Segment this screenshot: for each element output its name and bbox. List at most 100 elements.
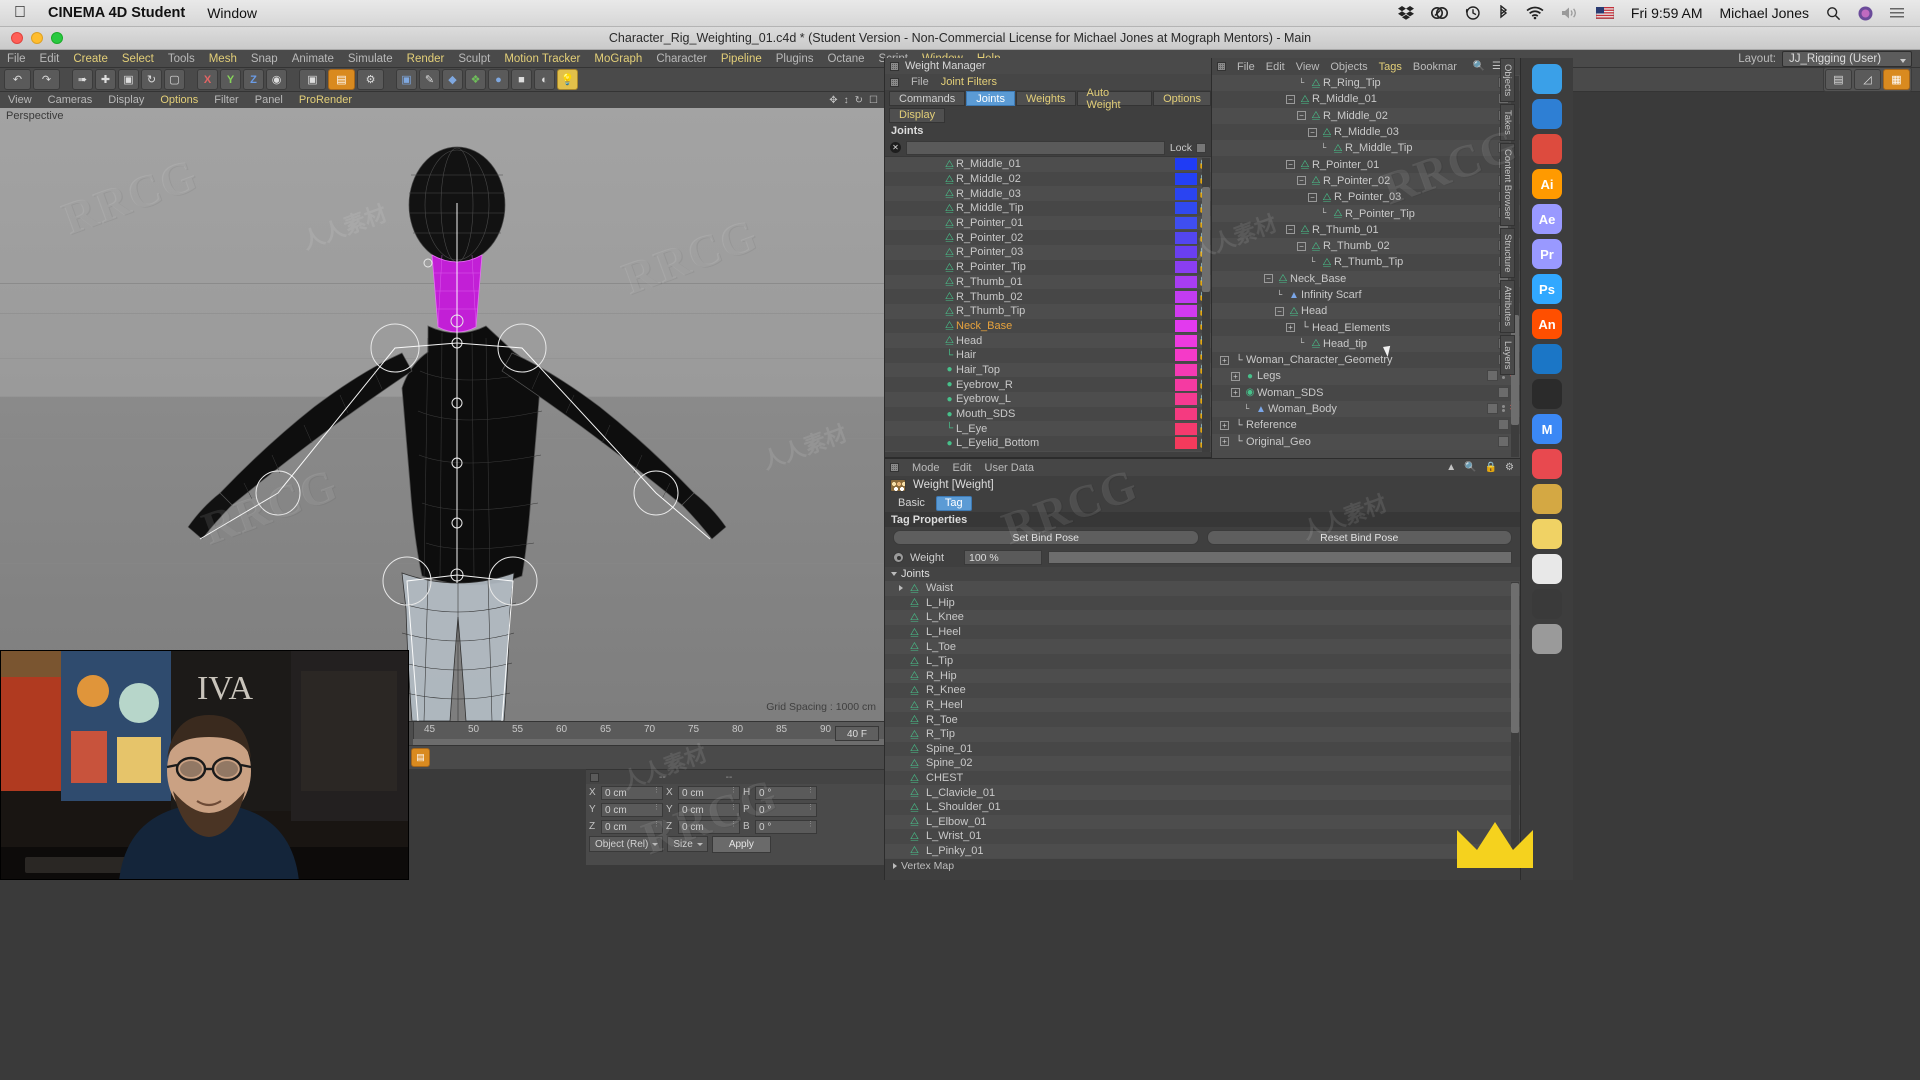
move-view-icon[interactable]: ✥: [829, 95, 837, 106]
viewport-menu-prorender[interactable]: ProRender: [291, 94, 360, 106]
coordinate-size-dropdown[interactable]: Size: [667, 836, 708, 852]
object-manager-tree[interactable]: └ ⧋ R_Ring_Tip − ⧋ R_Middle_01− ⧋ R_Middle_02− ⧋…: [1212, 75, 1520, 458]
attributes-gear-icon[interactable]: ⚙: [1505, 462, 1514, 473]
size-z-field[interactable]: 0 cm ⋮: [678, 819, 740, 834]
preview-icon[interactable]: [1532, 589, 1562, 619]
tree-expand-minus-icon[interactable]: −: [1297, 241, 1306, 251]
attr-joint-row[interactable]: ⧋ L_Knee: [885, 610, 1520, 625]
time-machine-icon[interactable]: [1465, 5, 1481, 21]
wm-menu-joint-filters[interactable]: Joint Filters: [941, 76, 997, 88]
joints-search-input[interactable]: [906, 140, 1165, 155]
viewport-menu-cameras[interactable]: Cameras: [40, 94, 101, 106]
tree-expand-plus-icon[interactable]: +: [1220, 420, 1229, 430]
perspective-viewport[interactable]: View Cameras Display Options Filter Panel ProR…: [0, 92, 884, 721]
tree-expand-minus-icon[interactable]: −: [1286, 94, 1295, 104]
world-coordinate-icon[interactable]: ▢: [164, 69, 185, 90]
wm-tab-joints[interactable]: Joints: [966, 91, 1015, 106]
object-manager-grip-icon[interactable]: [1217, 62, 1226, 71]
display-tag-icon[interactable]: [1498, 386, 1509, 398]
om-tree-row[interactable]: + └ Reference: [1212, 417, 1520, 434]
joint-color-swatch[interactable]: [1175, 319, 1197, 332]
stepper-icon[interactable]: ⋮: [807, 804, 814, 811]
viewport-menu-display[interactable]: Display: [100, 94, 152, 106]
attr-joint-row[interactable]: ⧋ R_Tip: [885, 726, 1520, 742]
attr-joint-row[interactable]: ⧋ L_Shoulder_01: [885, 799, 1520, 815]
size-y-field[interactable]: 0 cm ⋮: [678, 802, 740, 817]
rotate-view-icon[interactable]: ↻: [855, 95, 863, 106]
joint-color-swatch[interactable]: [1175, 349, 1197, 362]
notification-center-icon[interactable]: [1890, 7, 1904, 19]
om-tree-row[interactable]: └ ⧋ R_Ring_Tip: [1212, 75, 1520, 92]
attributes-search-icon[interactable]: 🔍: [1464, 462, 1476, 473]
joint-color-swatch[interactable]: [1175, 275, 1197, 288]
joint-color-swatch[interactable]: [1175, 378, 1197, 391]
attributes-joints-scrollbar-thumb[interactable]: [1511, 583, 1519, 733]
om-tree-row[interactable]: + └ Woman_Character_Geometry: [1212, 352, 1520, 369]
safari-icon[interactable]: [1532, 99, 1562, 129]
attr-tab-basic[interactable]: Basic: [889, 496, 934, 511]
om-tree-row[interactable]: +●Legs✕: [1212, 368, 1520, 385]
clock-icon[interactable]: [1532, 484, 1562, 514]
maximize-view-icon[interactable]: ☐: [869, 95, 878, 106]
om-tree-row[interactable]: └ ⧋ R_Pointer_Tip: [1212, 205, 1520, 222]
scale-view-icon[interactable]: ↕: [844, 95, 849, 106]
menu-item-character[interactable]: Character: [649, 53, 714, 65]
menu-item-mograph[interactable]: MoGraph: [587, 53, 649, 65]
cube-primitive-icon[interactable]: ▣: [396, 69, 417, 90]
macos-user-name[interactable]: Michael Jones: [1720, 5, 1810, 21]
wm-joint-row[interactable]: ●Hair_Top🔓: [885, 362, 1211, 378]
music-icon[interactable]: [1532, 449, 1562, 479]
vertex-map-expand-icon[interactable]: [893, 863, 897, 869]
wm-joint-row[interactable]: ⧋R_Pointer_02🔓: [885, 230, 1211, 246]
axis-z-lock-button[interactable]: Z: [243, 69, 264, 90]
menu-item-select[interactable]: Select: [115, 53, 161, 65]
keyframe-selection-icon[interactable]: ▤: [411, 748, 430, 767]
wm-joint-row[interactable]: ⧋R_Middle_02🔓: [885, 171, 1211, 187]
panel-grip-icon[interactable]: [890, 61, 899, 71]
stepper-icon[interactable]: ⋮: [730, 787, 737, 794]
calendar-icon[interactable]: [1532, 554, 1562, 584]
tree-expand-minus-icon[interactable]: −: [1308, 192, 1317, 202]
wm-tab-options[interactable]: Options: [1153, 91, 1211, 106]
render-region-icon[interactable]: ▤: [328, 69, 355, 90]
om-menu-file[interactable]: File: [1237, 61, 1255, 73]
menu-item-render[interactable]: Render: [400, 53, 452, 65]
om-tree-row[interactable]: └ ⧋ R_Thumb_Tip: [1212, 254, 1520, 271]
attr-joint-row[interactable]: ⧋ L_Heel: [885, 624, 1520, 640]
side-tab-structure[interactable]: Structure: [1500, 227, 1515, 279]
attr-joint-row[interactable]: ⧋ R_Hip: [885, 668, 1520, 684]
wm-joint-row[interactable]: ⧋R_Thumb_02🔓: [885, 289, 1211, 304]
display-tag-icon[interactable]: [1487, 402, 1498, 414]
spline-pen-icon[interactable]: ✎: [419, 69, 440, 90]
weight-value-field[interactable]: 100 %: [964, 550, 1042, 565]
menu-item-pipeline[interactable]: Pipeline: [714, 53, 769, 65]
macos-clock[interactable]: Fri 9:59 AM: [1631, 5, 1703, 21]
joint-color-swatch[interactable]: [1175, 261, 1197, 274]
redo-icon[interactable]: ↷: [33, 69, 60, 90]
coordinates-grip[interactable]: [590, 772, 599, 782]
joint-color-swatch[interactable]: [1175, 173, 1197, 186]
viewport-menu-view[interactable]: View: [0, 94, 40, 106]
om-tree-row[interactable]: − ⧋ R_Thumb_01: [1212, 221, 1520, 238]
wifi-icon[interactable]: [1526, 6, 1544, 20]
wm-menu-file[interactable]: File: [911, 76, 929, 88]
joint-expand-icon[interactable]: [899, 585, 903, 592]
render-settings-icon[interactable]: ⚙: [357, 69, 384, 90]
weight-slider[interactable]: [1048, 551, 1512, 564]
wm-joint-row[interactable]: ⧋Head🔓: [885, 333, 1211, 348]
attributes-pin-icon[interactable]: ▲: [1446, 462, 1456, 473]
menu-item-plugins[interactable]: Plugins: [769, 53, 821, 65]
menu-item-sculpt[interactable]: Sculpt: [451, 53, 497, 65]
wm-joint-row[interactable]: ⧋R_Middle_03🔓: [885, 186, 1211, 202]
tree-expand-minus-icon[interactable]: −: [1297, 111, 1306, 121]
joint-color-swatch[interactable]: [1175, 231, 1197, 244]
joint-color-swatch[interactable]: [1175, 158, 1197, 171]
joint-color-swatch[interactable]: [1175, 305, 1197, 318]
menu-item-create[interactable]: Create: [66, 53, 115, 65]
weight-manager-joint-list[interactable]: ⧋R_Middle_01🔓⧋R_Middle_02🔓⧋R_Middle_03🔓⧋…: [885, 156, 1211, 452]
notes-icon[interactable]: [1532, 519, 1562, 549]
maxon-icon[interactable]: [1532, 379, 1562, 409]
menu-item-edit[interactable]: Edit: [33, 53, 67, 65]
search-icon[interactable]: 🔍: [1473, 61, 1485, 72]
om-menu-edit[interactable]: Edit: [1266, 61, 1285, 73]
